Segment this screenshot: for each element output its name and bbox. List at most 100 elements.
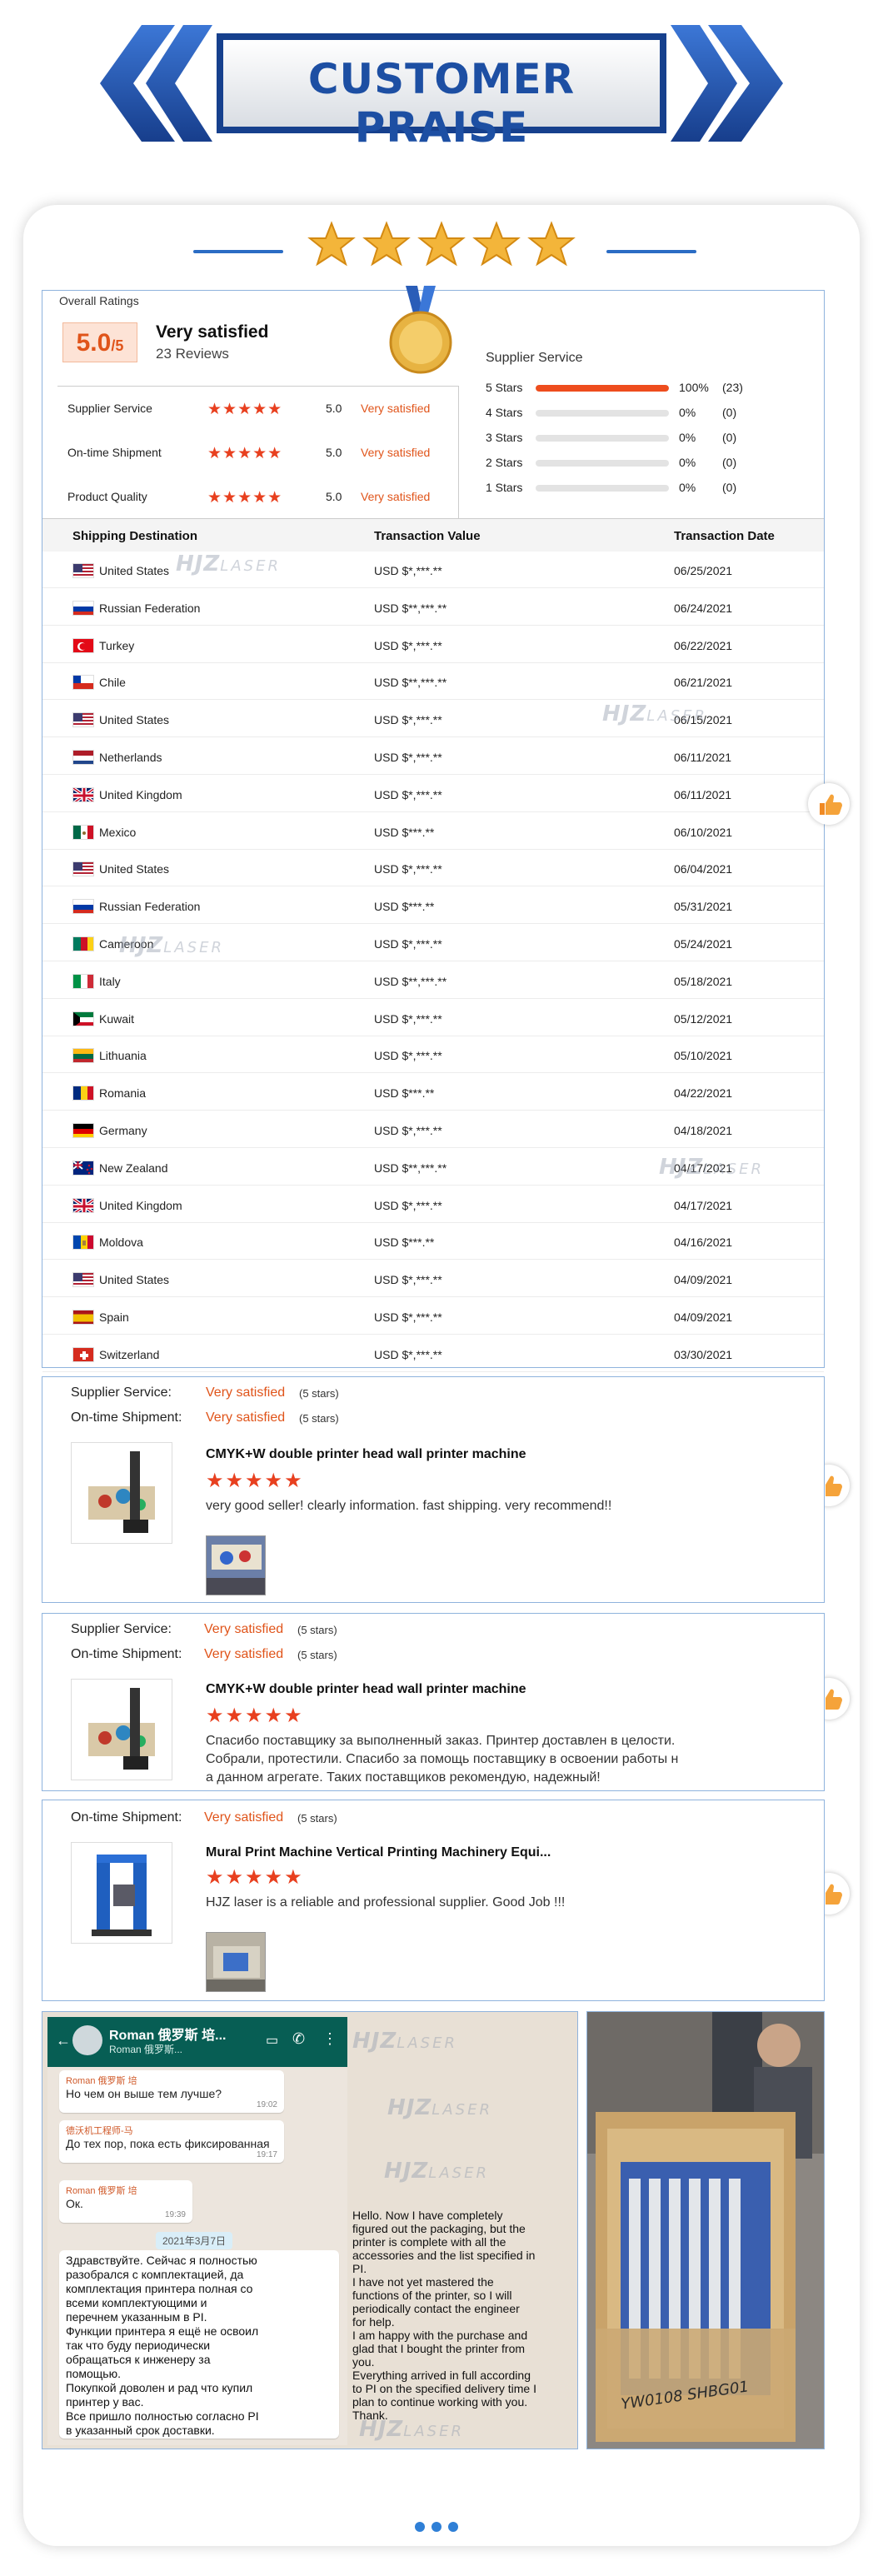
english-translation: Hello. Now I have completely figured out … [352, 2209, 576, 2422]
review-text: very good seller! clearly information. f… [206, 1499, 612, 1513]
transaction-date: 06/21/2021 [674, 676, 733, 690]
table-row: Mexico USD $***.** 06/10/2021 [42, 813, 824, 850]
product-title[interactable]: Mural Print Machine Vertical Printing Ma… [206, 1845, 551, 1860]
product-thumbnail[interactable] [71, 1442, 172, 1544]
chat-line: так что буду периодически [66, 2339, 211, 2352]
col-destination: Shipping Destination [72, 529, 197, 543]
translation-line: you. [352, 2355, 375, 2369]
product-title[interactable]: CMYK+W double printer head wall printer … [206, 1447, 526, 1462]
watermark: HJZLASER [387, 2095, 492, 2120]
banner-title: CUSTOMER PRAISE [307, 55, 576, 152]
overall-score-max: /5 [111, 337, 124, 354]
chat-time: 19:17 [256, 2150, 277, 2159]
watermark: HJZLASER [359, 2417, 464, 2442]
transaction-value: USD $*,***.** [374, 564, 442, 577]
star-bar-count: (0) [722, 431, 737, 444]
chat-line: помощью. [66, 2367, 121, 2380]
rating-score: 5.0 [326, 490, 342, 503]
translation-line: printer is complete with all the [352, 2235, 506, 2249]
us-flag-icon [72, 861, 94, 877]
watermark-suffix: LASER [397, 2034, 457, 2052]
review-photo[interactable] [206, 1535, 266, 1595]
rating-line: On-time Shipment ★★★★★ 5.0 Very satisfie… [57, 431, 459, 475]
call-icon[interactable]: ✆ [292, 2030, 305, 2048]
page-dot[interactable] [448, 2522, 458, 2532]
transaction-date: 05/24/2021 [674, 937, 733, 951]
supplier-service-stars: (5 stars) [299, 1387, 339, 1400]
page-dot[interactable] [415, 2522, 425, 2532]
gold-star-icon [472, 221, 521, 267]
table-row: Netherlands USD $*,***.** 06/11/2021 [42, 738, 824, 775]
star-bar-count: (0) [722, 406, 737, 419]
translation-line: accessories and the list specified in [352, 2249, 536, 2262]
watermark: HJZLASER [602, 701, 707, 726]
chat-sender: Roman 俄罗斯 培 [66, 2186, 137, 2196]
col-value: Transaction Value [374, 529, 481, 543]
transaction-value: USD $***.** [374, 900, 435, 914]
supplier-service-label: Supplier Service: [71, 1385, 172, 1400]
ro-flag-icon [72, 1086, 94, 1101]
chat-sender: Roman 俄罗斯 培 [66, 2076, 137, 2086]
video-call-icon[interactable]: ▭ [266, 2032, 278, 2049]
rating-stars: ★★★★★ [207, 489, 283, 507]
gb-flag-icon [72, 786, 94, 802]
shipment-stars: (5 stars) [297, 1812, 337, 1825]
star-bar-label: 2 Stars [486, 456, 523, 469]
rating-text: Very satisfied [361, 490, 431, 503]
destination-country: United Kingdom [99, 787, 182, 801]
es-flag-icon [72, 1310, 94, 1325]
product-thumbnail[interactable] [71, 1842, 172, 1944]
translation-line: periodically contact the engineer [352, 2302, 520, 2315]
star-bar-percent: 0% [679, 456, 696, 469]
watermark-brand: HJZ [352, 2029, 397, 2054]
review-text-line: Спасибо поставщику за выполненный заказ.… [206, 1734, 676, 1748]
product-thumbnail[interactable] [71, 1679, 172, 1780]
translation-line: glad that I bought the printer from [352, 2342, 526, 2355]
watermark: HJZLASER [352, 2029, 457, 2054]
pagination-dots[interactable] [415, 2521, 473, 2533]
watermark-suffix: LASER [220, 557, 281, 575]
page-dot[interactable] [432, 2522, 442, 2532]
chat-message: 德沃机工程师-马 До тех пор, пока есть фиксирова… [59, 2120, 284, 2163]
more-icon[interactable]: ⋮ [322, 2030, 337, 2048]
star-divider-right [606, 250, 696, 253]
shipment-label: On-time Shipment: [71, 1810, 182, 1825]
chat-line: комплектация принтера полная со [66, 2282, 253, 2295]
chat-time: 19:39 [164, 2210, 186, 2219]
star-bar-percent: 0% [679, 431, 696, 444]
transaction-value: USD $**,***.** [374, 676, 447, 690]
table-row: Romania USD $***.** 04/22/2021 [42, 1074, 824, 1111]
review-card: Supplier Service: Very satisfied (5 star… [42, 1376, 825, 1603]
star-bar-label: 4 Stars [486, 406, 523, 419]
star-bar-percent: 0% [679, 406, 696, 419]
transaction-value: USD $*,***.** [374, 1347, 442, 1361]
table-row: Lithuania USD $*,***.** 05/10/2021 [42, 1036, 824, 1074]
star-bar-track [536, 385, 669, 392]
transaction-date: 06/22/2021 [674, 638, 733, 652]
destination-country: United States [99, 713, 170, 727]
review-photo[interactable] [206, 1932, 266, 1992]
nl-flag-icon [72, 750, 94, 765]
product-title[interactable]: CMYK+W double printer head wall printer … [206, 1682, 526, 1697]
table-row: Chile USD $**,***.** 06/21/2021 [42, 663, 824, 701]
destination-country: Lithuania [99, 1049, 147, 1063]
thumbs-up-icon[interactable] [808, 783, 850, 825]
customer-unboxing-photo[interactable]: YW0108 SHBG01 [586, 2011, 825, 2449]
chat-header: ← Roman 俄罗斯 培... Roman 俄罗斯... ▭ ✆ ⋮ [47, 2017, 347, 2067]
star-bar-label: 5 Stars [486, 381, 523, 394]
chat-contact-name: Roman 俄罗斯 培... [109, 2029, 227, 2043]
chat-sender: 德沃机工程师-马 [66, 2126, 133, 2136]
transaction-date: 06/24/2021 [674, 601, 733, 615]
transaction-date: 03/30/2021 [674, 1347, 733, 1361]
chat-line: перечнем указанным в PI. [66, 2310, 207, 2324]
transaction-value: USD $*,***.** [374, 751, 442, 764]
transaction-value: USD $*,***.** [374, 1310, 442, 1324]
watermark: HJZLASER [119, 933, 224, 958]
avatar[interactable] [72, 2025, 102, 2055]
watermark: HJZLASER [384, 2159, 489, 2184]
star-divider-left [193, 250, 283, 253]
back-arrow-icon[interactable]: ← [56, 2032, 71, 2049]
star-bar-row: 4 Stars 0% (0) [486, 404, 819, 422]
star-bar-fill [536, 385, 669, 392]
watermark-suffix: LASER [428, 2164, 489, 2182]
